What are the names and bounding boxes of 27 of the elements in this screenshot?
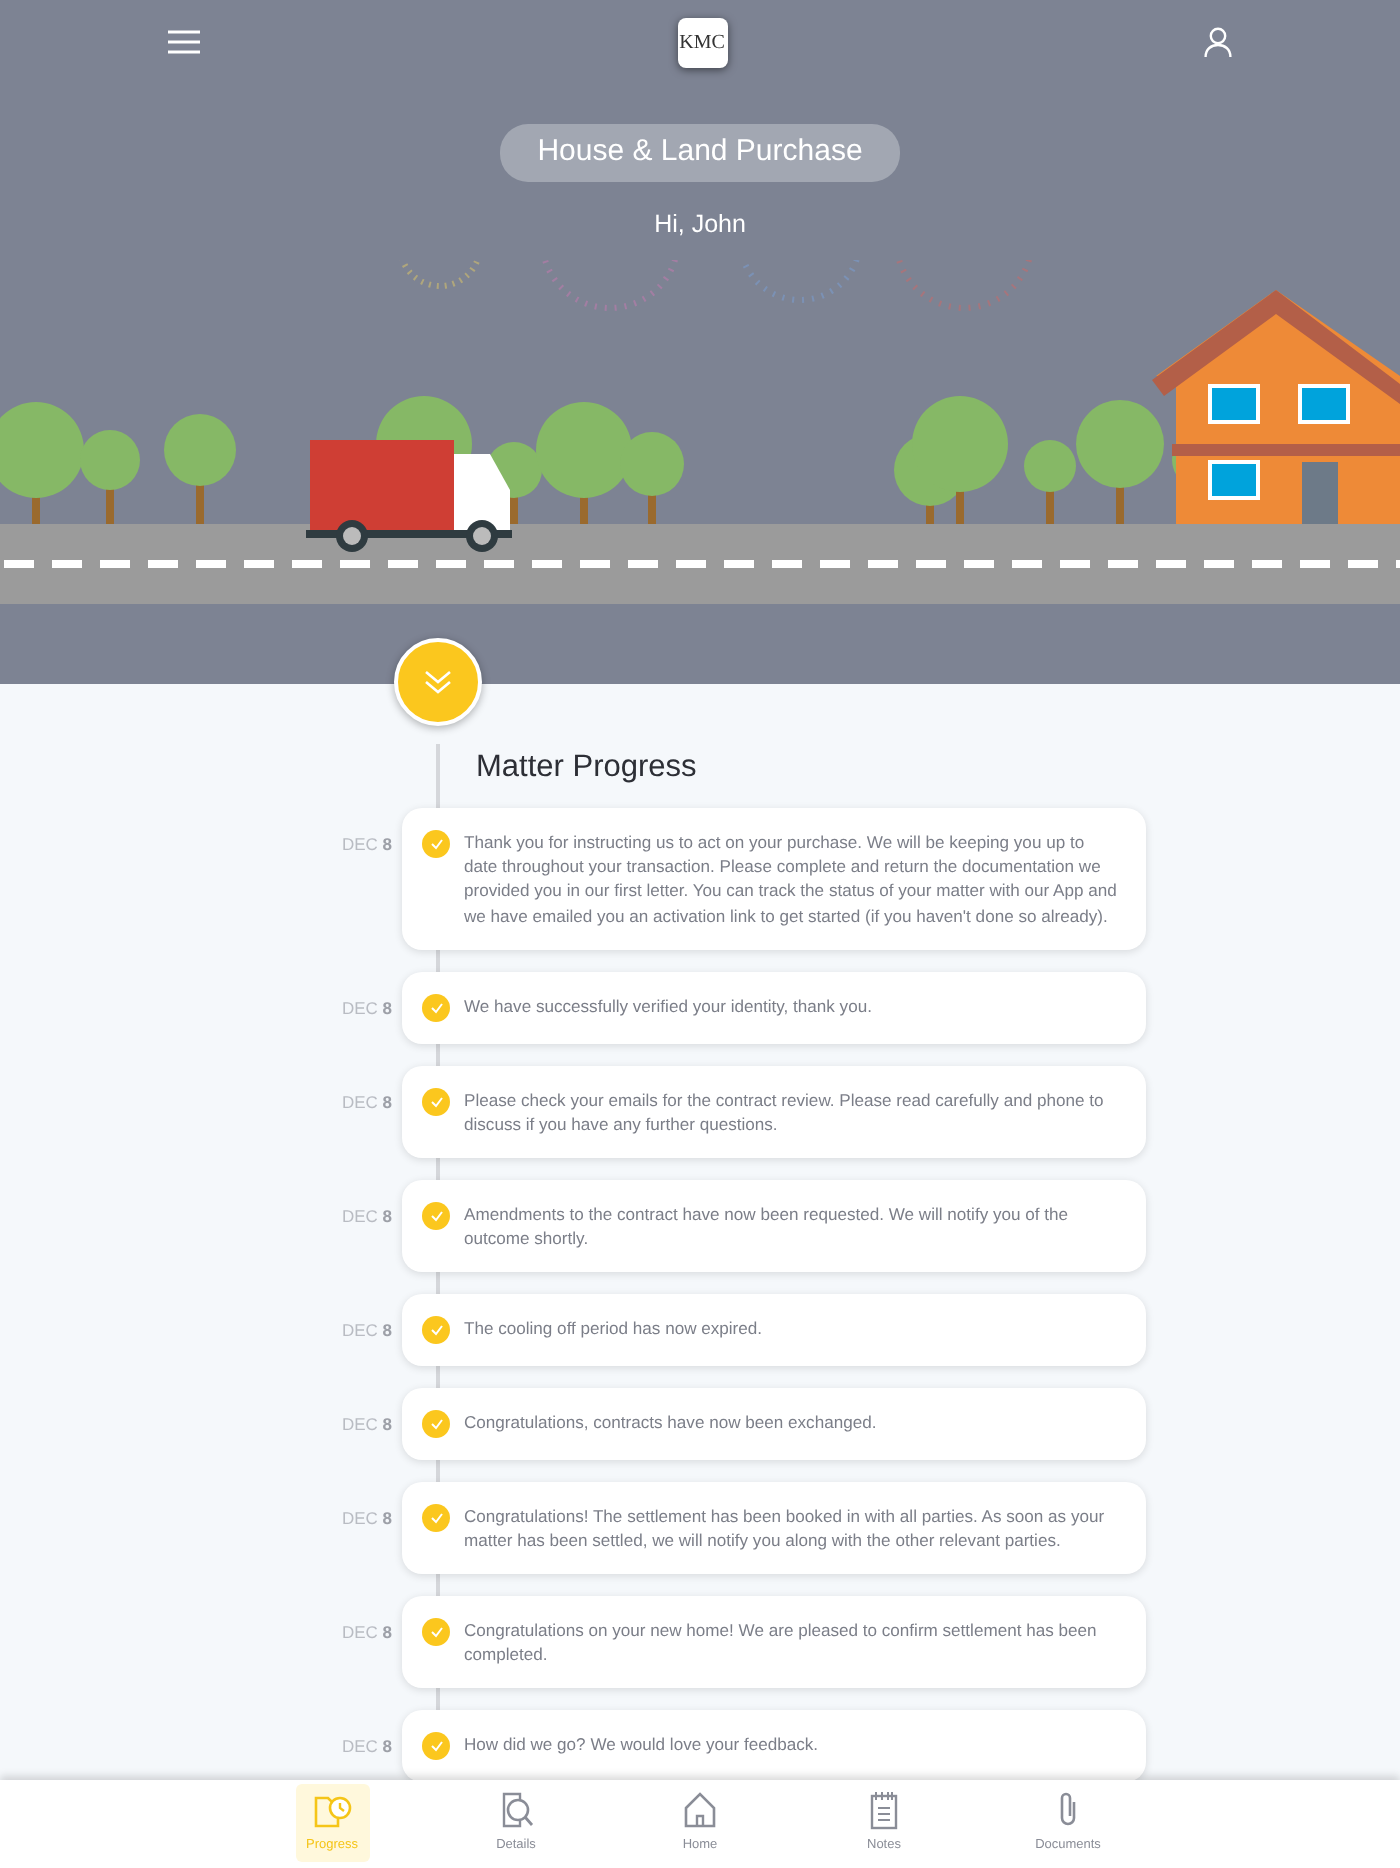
progress-message: Thank you for instructing us to act on your purchase. We will be keeping you up to date throughout your transaction. Please complete and return the documentation we provided you in our first letter. You can track the status of your matter with our App and we have emailed you an activation link to get started (if you haven't done so already).	[464, 830, 1119, 928]
entry-date: DEC 8	[341, 834, 392, 855]
greeting: Hi, John	[654, 207, 746, 241]
home-icon	[680, 1790, 720, 1830]
chevron-down-icon	[422, 668, 454, 696]
progress-message: Please check your emails for the contract review. Please read carefully and phone to discuss if you have any further questions.	[464, 1087, 1106, 1136]
logo: KMC	[677, 17, 727, 67]
matter-title: House & Land Purchase	[499, 124, 901, 181]
entry-date: DEC 8	[341, 1320, 392, 1340]
progress-message: The cooling off period has now expired.	[464, 1316, 763, 1341]
progress-message: Amendments to the contract have now been requested. We will notify you of the outcome shortly.	[464, 1201, 1071, 1250]
progress-message: We have successfully verified your identity, thank you.	[464, 993, 872, 1018]
entry-date: DEC 8	[341, 1736, 392, 1757]
entry-date: DEC 8	[341, 1622, 392, 1643]
entry-date: DEC 8	[341, 1205, 392, 1226]
entry-date: DEC 8	[341, 997, 392, 1018]
menu-icon[interactable]	[168, 30, 200, 54]
section-heading: Matter Progress	[476, 748, 699, 788]
progress-message: Congratulations on your new home! We are pleased to confirm settlement has been completed.	[464, 1618, 1099, 1667]
progress-message: Congratulations, contracts have now been exchanged.	[464, 1410, 877, 1435]
entry-date: DEC 8	[341, 1508, 392, 1528]
entry-date: DEC 8	[341, 1414, 392, 1434]
progress-message: Congratulations! The settlement has been booked in with all parties. As soon as your matter has been settled, we will notify you along with the other relevant parties.	[464, 1504, 1107, 1553]
progress-message: How did we go? We would love your feedback.	[464, 1732, 819, 1757]
entry-date: DEC 8	[341, 1091, 392, 1112]
user-icon[interactable]	[1204, 26, 1232, 58]
scroll-down-button[interactable]	[394, 638, 482, 726]
